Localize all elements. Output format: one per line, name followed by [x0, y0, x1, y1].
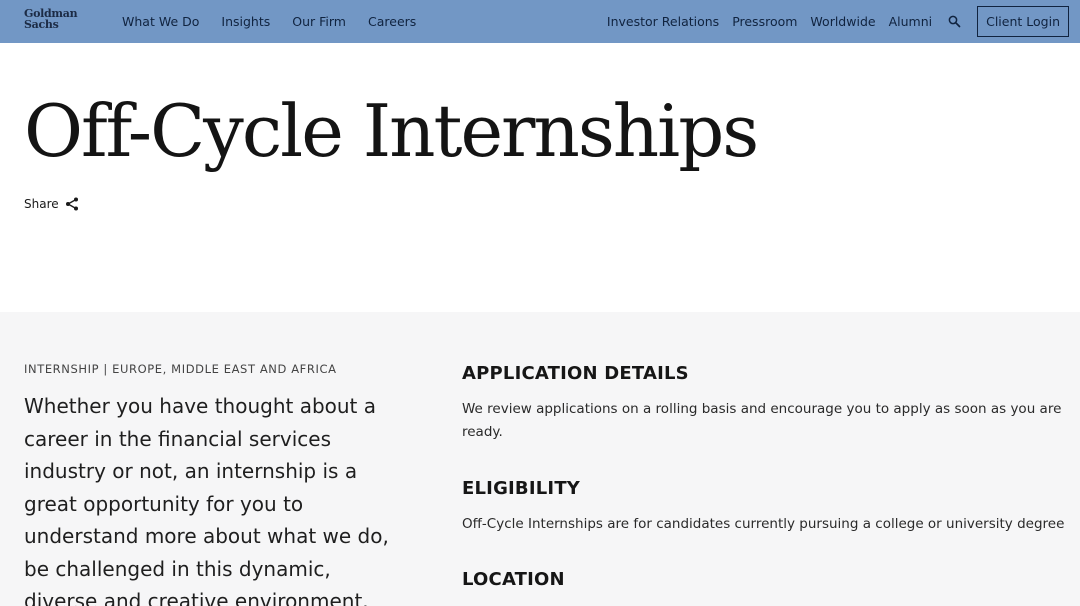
lead-paragraph: Whether you have thought about a career … [24, 394, 389, 606]
search-icon[interactable] [948, 15, 961, 28]
location-heading: LOCATION [462, 569, 565, 590]
eligibility-body: Off-Cycle Internships are for candidates… [462, 516, 1065, 532]
nav-what-we-do[interactable]: What We Do [122, 14, 199, 29]
nav-alumni[interactable]: Alumni [889, 14, 933, 29]
primary-nav: What We Do Insights Our Firm Careers [122, 0, 438, 43]
nav-insights[interactable]: Insights [221, 14, 270, 29]
share-button[interactable]: Share [24, 197, 79, 211]
top-navigation-bar: Goldman Sachs What We Do Insights Our Fi… [0, 0, 1080, 43]
secondary-nav: Investor Relations Pressroom Worldwide A… [607, 0, 1080, 43]
nav-investor-relations[interactable]: Investor Relations [607, 14, 719, 29]
page-title: Off-Cycle Internships [24, 89, 759, 173]
nav-worldwide[interactable]: Worldwide [810, 14, 875, 29]
share-label: Share [24, 197, 59, 211]
nav-our-firm[interactable]: Our Firm [292, 14, 346, 29]
application-details-body: We review applications on a rolling basi… [462, 401, 1062, 440]
goldman-sachs-logo[interactable]: Goldman Sachs [24, 8, 78, 34]
logo-line-2: Sachs [24, 18, 59, 31]
share-icon [65, 197, 78, 211]
nav-pressroom[interactable]: Pressroom [732, 14, 797, 29]
internship-eyebrow: INTERNSHIP | EUROPE, MIDDLE EAST AND AFR… [24, 362, 337, 376]
client-login-button[interactable]: Client Login [977, 6, 1069, 37]
eligibility-heading: ELIGIBILITY [462, 478, 581, 499]
nav-careers[interactable]: Careers [368, 14, 416, 29]
application-details-heading: APPLICATION DETAILS [462, 363, 689, 384]
